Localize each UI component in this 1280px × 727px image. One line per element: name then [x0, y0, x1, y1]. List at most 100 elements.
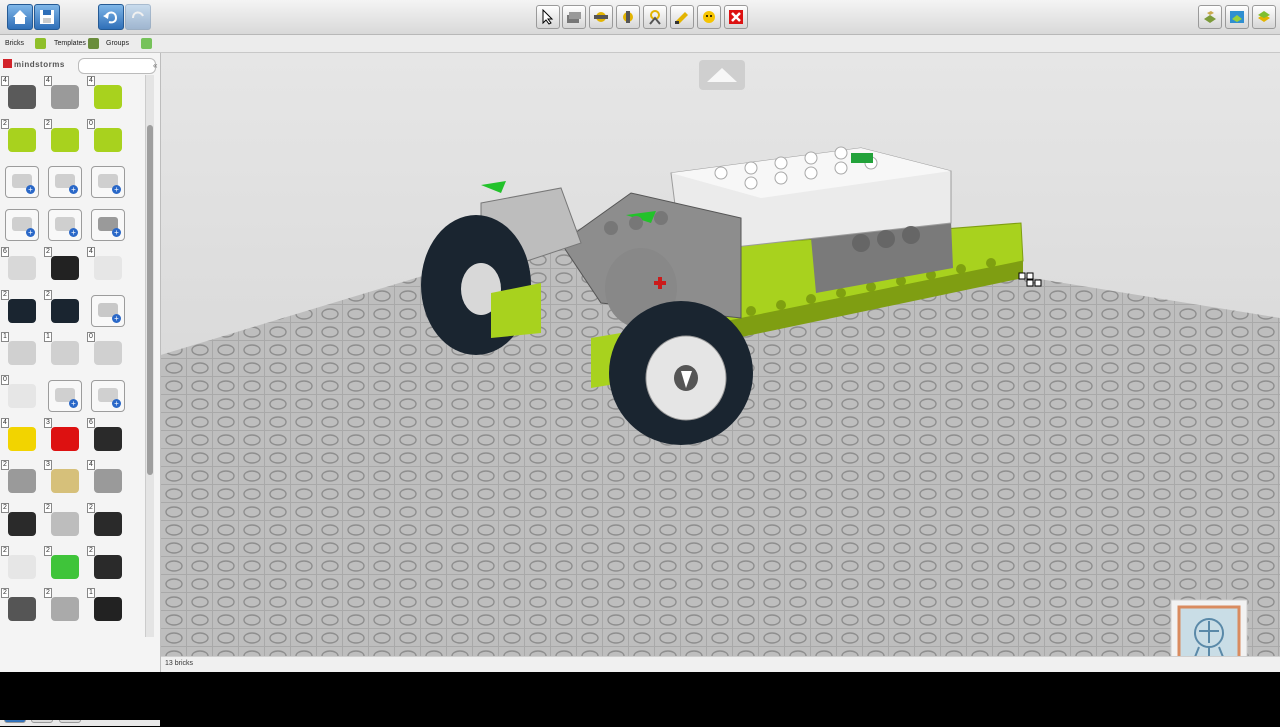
brick-palette-item[interactable]: 6	[0, 246, 42, 286]
brick-thumbnail: +	[5, 166, 39, 199]
brick-palette-item[interactable]: +	[0, 160, 42, 200]
build-viewport[interactable]	[161, 53, 1280, 656]
main-toolbar	[0, 0, 1280, 35]
brick-count-badge: 0	[87, 118, 95, 129]
brick-palette-item[interactable]: +	[43, 160, 85, 200]
brick-palette-item[interactable]: +	[86, 289, 128, 329]
search-input[interactable]	[78, 58, 156, 74]
delete-icon[interactable]	[724, 5, 748, 29]
brick-thumbnail	[94, 554, 122, 579]
brick-thumbnail	[8, 383, 36, 408]
expand-group-icon[interactable]: +	[69, 228, 78, 238]
brick-palette-item[interactable]: 2	[0, 118, 42, 158]
brick-count-badge: 4	[1, 76, 9, 86]
select-icon[interactable]	[536, 5, 560, 29]
brick-palette-item[interactable]: 2	[0, 289, 42, 329]
brick-palette-item[interactable]: 4	[86, 75, 128, 115]
brick-count-badge: 6	[1, 246, 9, 257]
brick-palette-item[interactable]: 2	[43, 587, 85, 627]
expand-group-icon[interactable]: +	[26, 185, 35, 195]
brick-palette-item[interactable]: 2	[0, 545, 42, 585]
decorate-icon[interactable]	[697, 5, 721, 29]
brick-palette-item[interactable]: +	[86, 160, 128, 200]
brick-palette-item[interactable]: +	[86, 203, 128, 243]
templates-tab-icon	[88, 38, 99, 49]
undo-icon[interactable]	[98, 4, 124, 30]
building-guide-button[interactable]	[1170, 599, 1248, 656]
expand-group-icon[interactable]: +	[26, 228, 35, 238]
brick-palette-item[interactable]: +	[0, 203, 42, 243]
view-mode-icon[interactable]	[1225, 5, 1249, 29]
brick-palette-item[interactable]: 2	[43, 246, 85, 286]
brick-palette-item[interactable]: 2	[43, 118, 85, 158]
hinge-align-icon[interactable]	[616, 5, 640, 29]
brick-count-badge: 4	[87, 76, 95, 86]
brick-count-badge: 1	[1, 332, 9, 343]
build-mode-icon[interactable]	[1198, 5, 1222, 29]
brick-palette-item[interactable]: 4	[0, 417, 42, 457]
brick-thumbnail	[51, 127, 79, 152]
brick-palette-item[interactable]: 6	[86, 417, 128, 457]
brick-thumbnail	[8, 469, 36, 494]
home-icon[interactable]	[7, 4, 33, 30]
brick-count-badge: 1	[87, 588, 95, 599]
brick-thumbnail: +	[91, 379, 125, 412]
brick-palette-item[interactable]: 1	[43, 331, 85, 371]
brick-thumbnail	[8, 554, 36, 579]
expand-group-icon[interactable]: +	[112, 185, 121, 195]
brick-palette-item[interactable]: 1	[86, 587, 128, 627]
brick-palette-item[interactable]: 2	[86, 545, 128, 585]
brick-count-badge: 3	[44, 460, 52, 471]
expand-group-icon[interactable]: +	[112, 313, 121, 323]
brick-palette-item[interactable]: 0	[86, 118, 128, 158]
brick-count-badge: 2	[1, 460, 9, 471]
brick-palette-item[interactable]: 4	[86, 459, 128, 499]
building-guide-icon[interactable]	[1252, 5, 1276, 29]
brick-palette-item[interactable]: 3	[43, 417, 85, 457]
brick-count-badge: 2	[1, 503, 9, 513]
brick-palette-item[interactable]: +	[86, 374, 128, 414]
brick-palette-item[interactable]: 2	[86, 502, 128, 542]
expand-group-icon[interactable]: +	[112, 398, 121, 408]
palette-scrollbar[interactable]	[145, 75, 154, 637]
brick-palette-item[interactable]: 2	[0, 502, 42, 542]
tab-groups[interactable]: Groups	[106, 37, 129, 51]
collapse-panel-icon[interactable]: «	[153, 61, 157, 70]
brick-thumbnail: +	[91, 294, 125, 327]
palette-tabs: Bricks Templates Groups	[0, 35, 1280, 53]
brick-palette-item[interactable]: 2	[0, 459, 42, 499]
brick-count-badge: 2	[44, 246, 52, 257]
paint-icon[interactable]	[670, 5, 694, 29]
scroll-up-button[interactable]	[699, 60, 745, 90]
expand-group-icon[interactable]: +	[112, 228, 121, 238]
brick-palette-item[interactable]: 2	[0, 587, 42, 627]
brick-thumbnail	[94, 341, 122, 366]
save-icon[interactable]	[34, 4, 60, 30]
expand-group-icon[interactable]: +	[69, 398, 78, 408]
brick-palette-item[interactable]: +	[43, 203, 85, 243]
brick-palette-item[interactable]: +	[43, 374, 85, 414]
scrollbar-thumb[interactable]	[147, 125, 153, 475]
brick-thumbnail: +	[48, 379, 82, 412]
tab-templates[interactable]: Templates	[54, 37, 86, 51]
brick-palette-item[interactable]: 1	[0, 331, 42, 371]
brick-palette-item[interactable]: 3	[43, 459, 85, 499]
tab-bricks[interactable]: Bricks	[5, 37, 24, 51]
brick-palette-item[interactable]: 0	[86, 331, 128, 371]
redo-icon[interactable]	[125, 4, 151, 30]
brick-palette-item[interactable]: 4	[86, 246, 128, 286]
brick-palette-item[interactable]: 2	[43, 545, 85, 585]
brick-thumbnail	[8, 127, 36, 152]
brick-palette-item[interactable]: 0	[0, 374, 42, 414]
brick-palette-item[interactable]: 2	[43, 289, 85, 329]
brick-palette-item[interactable]: 2	[43, 502, 85, 542]
flex-icon[interactable]	[643, 5, 667, 29]
brick-palette-item[interactable]: 4	[0, 75, 42, 115]
brick-count-badge: 2	[44, 545, 52, 556]
expand-group-icon[interactable]: +	[69, 185, 78, 195]
brick-thumbnail	[94, 426, 122, 451]
brick-count-badge: 4	[87, 246, 95, 257]
clone-icon[interactable]	[562, 5, 586, 29]
hinge-icon[interactable]	[589, 5, 613, 29]
brick-palette-item[interactable]: 4	[43, 75, 85, 115]
